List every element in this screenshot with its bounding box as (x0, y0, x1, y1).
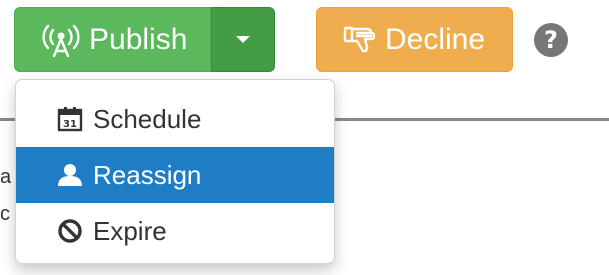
publish-dropdown-menu: 31 Schedule Reassign Expire (15, 79, 335, 264)
menu-item-expire[interactable]: Expire (16, 203, 334, 259)
decline-label: Decline (385, 22, 486, 56)
obscured-text-fragment: a (0, 166, 12, 188)
publish-label: Publish (89, 22, 188, 56)
ban-icon (55, 216, 85, 246)
calendar-icon: 31 (55, 104, 85, 134)
menu-item-label: Schedule (93, 103, 202, 134)
help-icon[interactable]: ? (534, 23, 568, 57)
caret-down-icon (236, 36, 250, 43)
menu-item-schedule[interactable]: 31 Schedule (16, 91, 334, 147)
user-icon (55, 160, 85, 190)
publish-button-group: Publish (14, 7, 275, 72)
svg-text:31: 31 (63, 119, 77, 130)
menu-item-label: Expire (93, 215, 167, 246)
broadcast-tower-icon (41, 22, 81, 58)
decline-button[interactable]: Decline (316, 7, 513, 72)
thumbs-down-icon (343, 25, 377, 55)
menu-item-label: Reassign (93, 159, 202, 190)
publish-button[interactable]: Publish (14, 7, 211, 72)
publish-dropdown-toggle[interactable] (211, 7, 275, 72)
obscured-text-fragment: c (0, 203, 10, 225)
menu-item-reassign[interactable]: Reassign (16, 147, 334, 203)
